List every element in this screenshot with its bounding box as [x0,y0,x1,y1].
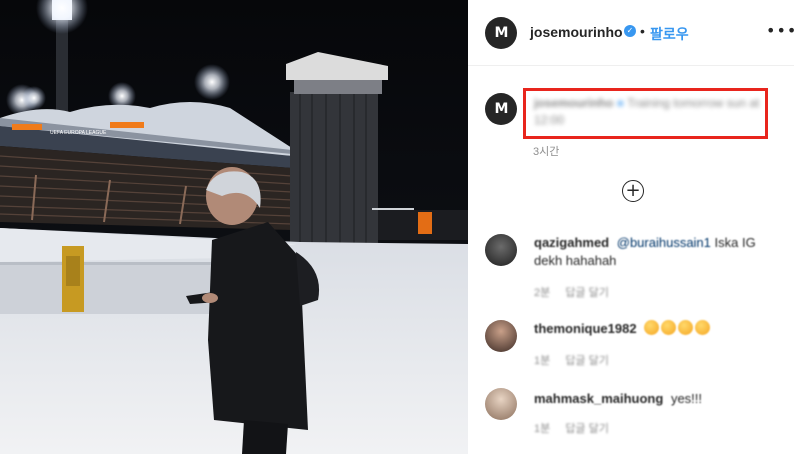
comment-meta: 1분 답글 달기 [534,352,621,368]
more-horizontal-icon[interactable]: ••• [766,21,794,40]
reply-button[interactable]: 답글 달기 [565,423,609,435]
comment-time[interactable]: 1분 [534,423,550,435]
comment-time[interactable]: 2분 [534,287,550,299]
comment-mention[interactable]: @buraihussain1 [617,235,711,250]
reply-button[interactable]: 답글 달기 [565,355,609,367]
follow-button[interactable]: 팔로우 [650,24,689,44]
post-side-panel: M josemourinho ✓ • 팔로우 ••• M josemourinh… [468,0,794,454]
post-header: M josemourinho ✓ • 팔로우 ••• [468,0,794,66]
author-avatar[interactable]: M [485,17,517,49]
comment-meta: 2분 답글 달기 [534,284,621,300]
verified-badge-icon: ■ [616,96,624,110]
comment-time[interactable]: 1분 [534,355,550,367]
plus-circle-icon[interactable]: + [622,180,644,202]
comment-avatar[interactable] [485,320,517,352]
comment-text: mahmask_maihuong yes!!! [534,390,774,408]
comment-body: yes!!! [670,391,703,406]
reply-button[interactable]: 답글 달기 [565,287,609,299]
comment-avatar[interactable] [485,388,517,420]
post-photo[interactable]: UEFA EUROPA LEAGUE [0,0,468,454]
stadium-photo: UEFA EUROPA LEAGUE [0,0,468,454]
comment-username[interactable]: mahmask_maihuong [534,391,663,406]
caption-username[interactable]: josemourinho [534,96,613,110]
header-separator: • [640,23,645,39]
comment-username[interactable]: qazigahmed [534,235,609,250]
verified-badge-icon: ✓ [624,25,636,37]
comment-username[interactable]: themonique1982 [534,321,637,336]
comment-text: themonique1982 [534,320,774,338]
comment-text: qazigahmed @buraihussain1 Iska IG dekh h… [534,234,774,270]
caption-timestamp[interactable]: 3시간 [533,143,559,159]
stadium-banner: UEFA EUROPA LEAGUE [50,130,107,136]
author-username[interactable]: josemourinho [530,24,623,40]
emoji-icon [644,320,712,336]
comment-meta: 1분 답글 달기 [534,420,621,436]
caption-text: josemourinho ■ Training tomorrow sun at … [534,95,760,129]
caption-avatar[interactable]: M [485,93,517,125]
comment-avatar[interactable] [485,234,517,266]
